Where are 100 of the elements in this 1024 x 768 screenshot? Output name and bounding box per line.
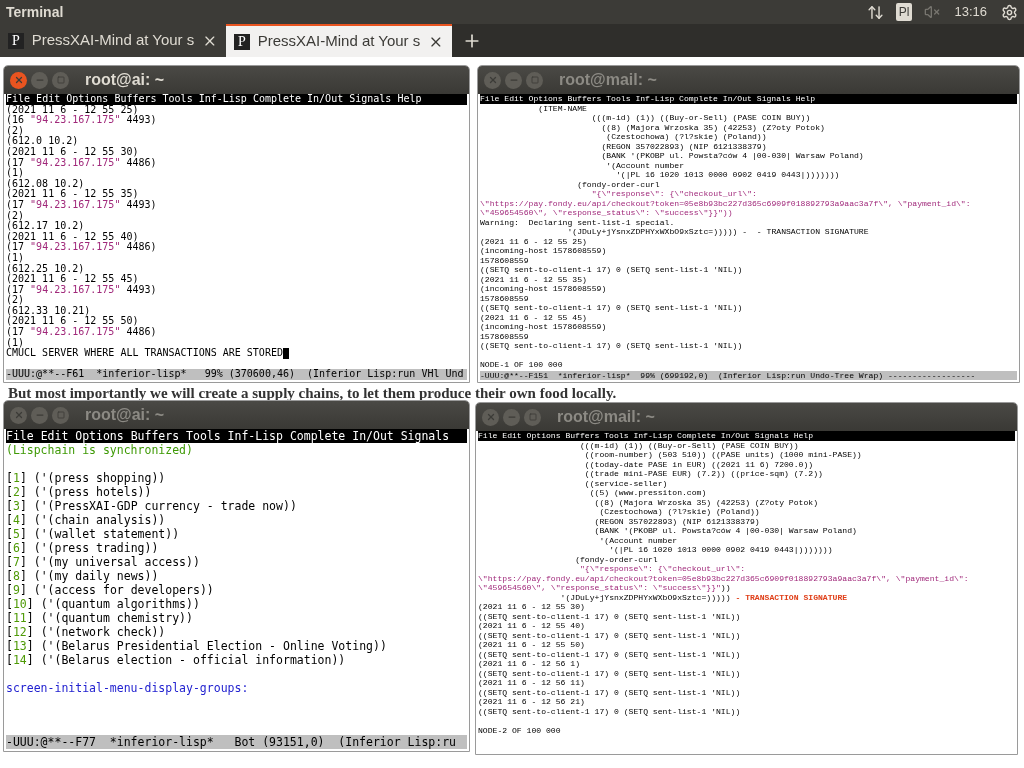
terminal-line: '(Account number: [605, 160, 685, 170]
close-button[interactable]: [484, 71, 501, 89]
menu-item[interactable]: Inf-Lisp: [633, 431, 673, 441]
terminal-line: screen-initial-menu-display-groups:: [6, 681, 250, 695]
menu-item[interactable]: Edit: [502, 431, 522, 441]
network-icon[interactable]: [866, 3, 884, 21]
maximize-icon: [56, 76, 65, 84]
menu-item[interactable]: Tools: [604, 431, 629, 441]
menu-item[interactable]: Edit: [504, 94, 524, 104]
terminal-line: [6] ('(press trading)): [6, 541, 160, 555]
terminal-line: (16 "94.23.167.175" 4493): [6, 115, 158, 126]
terminal-line: [13] ('(Belarus Presidential Election - Online Voting)): [6, 639, 388, 653]
app-title: Terminal: [6, 2, 64, 22]
browser-tab[interactable]: P PressXAI-Mind at Your s: [0, 24, 226, 57]
terminal-line: ((SETQ sent-to-client-1 17) 0 (SETQ sent-list-1 'NIL)): [478, 649, 742, 659]
terminal-line: [8] ('(my daily news)): [6, 569, 160, 583]
minimize-button[interactable]: [31, 406, 48, 424]
menu-item[interactable]: File: [6, 429, 34, 443]
menu-item[interactable]: Options: [526, 431, 561, 441]
terminal-line: (17 "94.23.167.175" 4493): [6, 284, 158, 296]
close-button[interactable]: [482, 408, 499, 426]
terminal-line: (incoming-host 1578608559): [480, 284, 608, 294]
minimize-button[interactable]: [503, 408, 520, 426]
maximize-button[interactable]: [52, 406, 69, 424]
terminal-line: (2021 11 6 - 12 55 45): [480, 312, 588, 322]
keyboard-indicator[interactable]: Pl: [895, 3, 913, 21]
menu-item[interactable]: Inf-Lisp: [227, 429, 283, 443]
menu-item[interactable]: Signals: [400, 429, 450, 443]
terminal-line: ((8) (Majora Wrzoska 35) (42253) (Z?oty Potok): [593, 497, 819, 507]
terminal-line: (BANK '(PKOBP ul. Powsta?ców 4 |00-030| Warsaw Poland): [593, 526, 858, 536]
menu-item[interactable]: Help: [793, 431, 814, 441]
terminal-line: (2021 11 6 - 12 56 21): [478, 697, 586, 707]
window-title: root@ai: ~: [85, 405, 165, 425]
terminal-line: (((m-id) (1)) ((Buy-or-Sell) (PASE COIN BUY)): [579, 440, 800, 450]
menu-item[interactable]: Tools: [606, 94, 631, 104]
terminal-line: [1] ('(press shopping)): [6, 471, 167, 485]
menu-item[interactable]: Buffers: [567, 94, 602, 104]
menu-item[interactable]: In/Out: [307, 94, 344, 105]
menu-item[interactable]: Buffers: [114, 94, 157, 105]
menu-item[interactable]: File: [6, 94, 31, 105]
menu-item[interactable]: Edit: [36, 94, 61, 105]
menu-item[interactable]: In/Out: [722, 94, 752, 104]
terminal-line: 1578608559: [480, 293, 530, 303]
menu-item[interactable]: File: [478, 431, 498, 441]
menu-item[interactable]: Complete: [289, 429, 346, 443]
terminal-line: '(|PL 16 1020 1013 0000 0902 0419 0443|))))))): [608, 545, 834, 555]
menu-item[interactable]: In/Out: [352, 429, 394, 443]
menu-item[interactable]: Edit: [40, 429, 69, 443]
minimize-button[interactable]: [31, 71, 48, 89]
menu-item[interactable]: Complete: [679, 94, 718, 104]
terminal-line: NODE-1 OF 100 000: [480, 360, 564, 370]
terminal-line: ((SETQ sent-to-client-1 17) 0 (SETQ sent-list-1 'NIL)): [480, 341, 744, 351]
browser-tab[interactable]: P PressXAI-Mind at Your s: [226, 24, 452, 57]
maximize-icon: [528, 413, 537, 421]
menu-item[interactable]: Inf-Lisp: [198, 94, 247, 105]
menu-item[interactable]: Options: [75, 429, 124, 443]
terminal-line: 1578608559: [480, 255, 530, 265]
menu-item[interactable]: Inf-Lisp: [635, 94, 675, 104]
terminal-line: (612.0 10.2): [6, 136, 80, 147]
menu-item[interactable]: Complete: [252, 94, 302, 105]
terminal-line: (Czestochowa) (?l?skie) (Poland)): [598, 507, 761, 517]
terminal-line: (17 "94.23.167.175" 4486): [6, 157, 158, 168]
terminal-line: \"459654560\", \"response_status\": \"success\"}}")): [478, 583, 732, 593]
terminal-line: Warning: Declaring sent-list-1 special.: [480, 217, 676, 227]
close-button[interactable]: [10, 71, 27, 89]
menu-item[interactable]: Signals: [349, 94, 392, 105]
maximize-button[interactable]: [526, 71, 543, 89]
maximize-icon: [56, 411, 65, 419]
maximize-button[interactable]: [52, 71, 69, 89]
muted-speaker-icon[interactable]: [924, 4, 941, 20]
maximize-button[interactable]: [524, 408, 541, 426]
terminal-line: (REGON 357022893) (NIP 6121338379): [600, 141, 768, 151]
terminal-line: (2021 11 6 - 12 55 50): [478, 640, 586, 650]
menu-item[interactable]: Buffers: [130, 429, 180, 443]
menu-item[interactable]: Complete: [677, 431, 716, 441]
terminal-line: '(JDuLy+jYsnxZDPHYxWXbO9xSztc=))))) - - TRANSACTION SIGNATURE: [566, 227, 870, 237]
menu-item[interactable]: Tools: [186, 429, 221, 443]
terminal-line: (17 "94.23.167.175" 4493): [6, 199, 158, 210]
menu-item[interactable]: Options: [66, 94, 109, 105]
menu-item[interactable]: Tools: [162, 94, 193, 105]
terminal-line: "{\"response\": {\"checkout_url\":: [579, 564, 747, 574]
menu-item[interactable]: Help: [795, 94, 816, 104]
window-title: root@mail: ~: [559, 70, 657, 90]
close-button[interactable]: [10, 406, 27, 424]
tab-title: PressXAI-Mind at Your s: [31, 30, 195, 51]
menu-item[interactable]: Buffers: [565, 431, 600, 441]
terminal-line: '(JDuLy+jYsnxZDPHYxWXbO9xSztc=))))) - TRANSACTION SIGNATURE: [559, 592, 849, 602]
close-icon: [487, 75, 498, 85]
menu-item[interactable]: In/Out: [720, 431, 750, 441]
terminal-line: (((m-id) (1)) ((Buy-or-Sell) (PASE COIN BUY)): [590, 113, 812, 123]
minimize-button[interactable]: [505, 71, 522, 89]
menu-item[interactable]: File: [480, 94, 500, 104]
menu-item[interactable]: Help: [397, 94, 422, 105]
menu-item[interactable]: Signals: [756, 94, 791, 104]
clock[interactable]: 13:16: [954, 2, 987, 22]
menu-item[interactable]: Options: [528, 94, 563, 104]
terminal-line: ((room-number) (503 510)) ((PASE units) (1000 mini-PASE)): [583, 450, 863, 460]
menu-item[interactable]: Signals: [754, 431, 789, 441]
terminal-line: (2021 11 6 - 12 56 11): [478, 678, 586, 688]
settings-icon[interactable]: [1001, 3, 1018, 21]
